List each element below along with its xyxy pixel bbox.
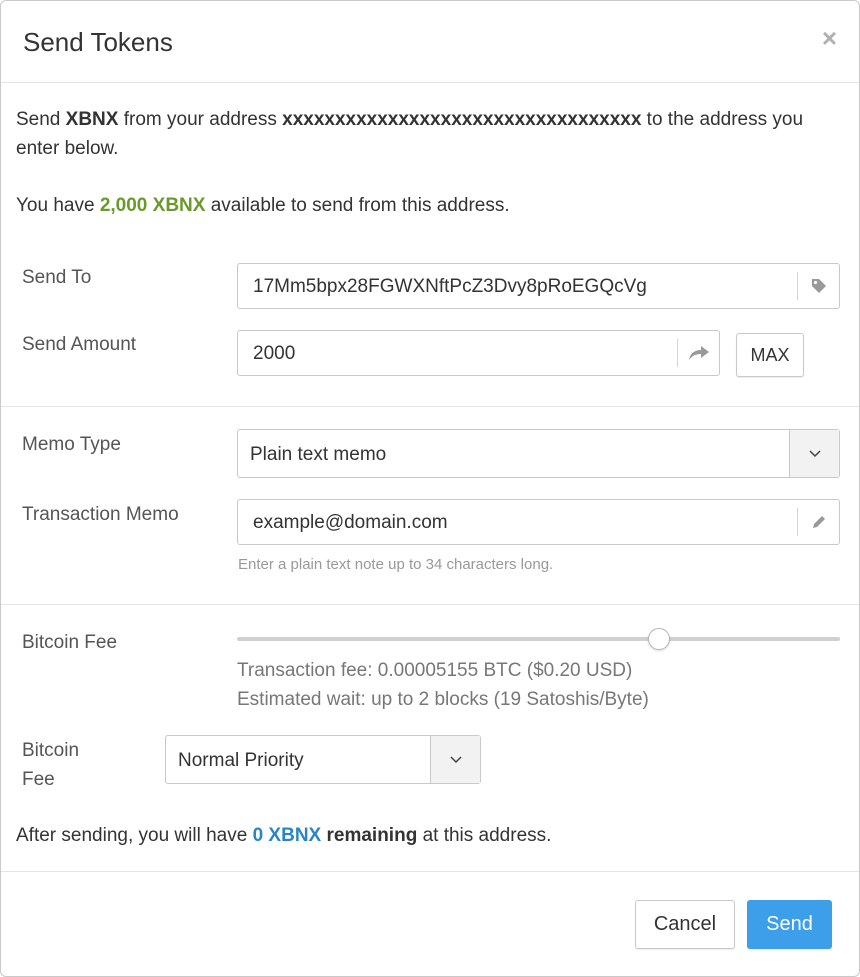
chevron-down-icon[interactable] [789, 430, 839, 477]
balance-text: You have 2,000 XBNX available to send fr… [16, 191, 510, 220]
memo-type-select[interactable]: Plain text memo [237, 429, 840, 478]
pencil-icon[interactable] [797, 508, 839, 536]
memo-help-text: Enter a plain text note up to 34 charact… [238, 556, 554, 573]
intro-text: Send XBNX from your address xxxxxxxxxxxx… [16, 105, 803, 134]
send-to-label: Send To [22, 267, 92, 288]
priority-value: Normal Priority [178, 750, 304, 771]
priority-select[interactable]: Normal Priority [165, 735, 481, 784]
transaction-memo-label: Transaction Memo [22, 504, 179, 525]
intro-part3: to the address you [641, 109, 804, 130]
share-icon[interactable] [677, 339, 719, 367]
transaction-memo-value: example@domain.com [253, 512, 448, 533]
intro-token: XBNX [65, 109, 119, 130]
balance-amount: 2,000 XBNX [99, 195, 206, 216]
memo-type-label: Memo Type [22, 434, 121, 455]
section-divider [1, 604, 859, 605]
send-amount-value: 2000 [253, 343, 296, 364]
intro-part2: from your address [118, 109, 283, 130]
footer-divider [1, 871, 859, 872]
section-divider [1, 406, 859, 407]
dialog-header: Send Tokens × [1, 1, 859, 83]
chevron-down-icon[interactable] [430, 736, 480, 783]
send-to-input[interactable]: 17Mm5bpx28FGWXNftPcZ3Dvy8pRoEGQcVg [237, 263, 840, 309]
balance-suffix: available to send from this address. [205, 195, 510, 216]
send-amount-input[interactable]: 2000 [237, 330, 720, 376]
remaining-prefix: After sending, you will have [16, 825, 253, 846]
balance-prefix: You have [16, 195, 100, 216]
send-amount-label: Send Amount [22, 334, 137, 355]
dialog-title: Send Tokens [23, 27, 173, 57]
cancel-button[interactable]: Cancel [635, 900, 735, 949]
max-button[interactable]: MAX [736, 333, 804, 377]
priority-label-line2: Fee [22, 769, 55, 790]
remaining-text: After sending, you will have 0 XBNX rema… [16, 821, 551, 850]
transaction-fee-text: Transaction fee: 0.00005155 BTC ($0.20 U… [237, 660, 633, 681]
remaining-suffix: at this address. [417, 825, 552, 846]
fee-slider-track[interactable] [237, 637, 840, 641]
remaining-amount: 0 XBNX [252, 825, 322, 846]
intro-part1: Send [16, 109, 66, 130]
send-to-value: 17Mm5bpx28FGWXNftPcZ3Dvy8pRoEGQcVg [253, 276, 647, 297]
remaining-bold: remaining [321, 825, 418, 846]
intro-text-line2: enter below. [16, 138, 119, 159]
send-button[interactable]: Send [747, 900, 832, 949]
intro-address: xxxxxxxxxxxxxxxxxxxxxxxxxxxxxxxxxx [282, 109, 642, 130]
close-icon[interactable]: × [822, 25, 837, 51]
memo-type-value: Plain text memo [250, 444, 387, 465]
fee-slider-handle[interactable] [648, 628, 670, 650]
bitcoin-fee-label: Bitcoin Fee [22, 632, 118, 653]
priority-label-line1: Bitcoin [22, 740, 80, 761]
transaction-memo-input[interactable]: example@domain.com [237, 499, 840, 545]
tag-icon[interactable] [797, 272, 839, 300]
send-tokens-dialog: Send Tokens × Send XBNX from your addres… [0, 0, 860, 977]
estimated-wait-text: Estimated wait: up to 2 blocks (19 Satos… [237, 689, 649, 710]
